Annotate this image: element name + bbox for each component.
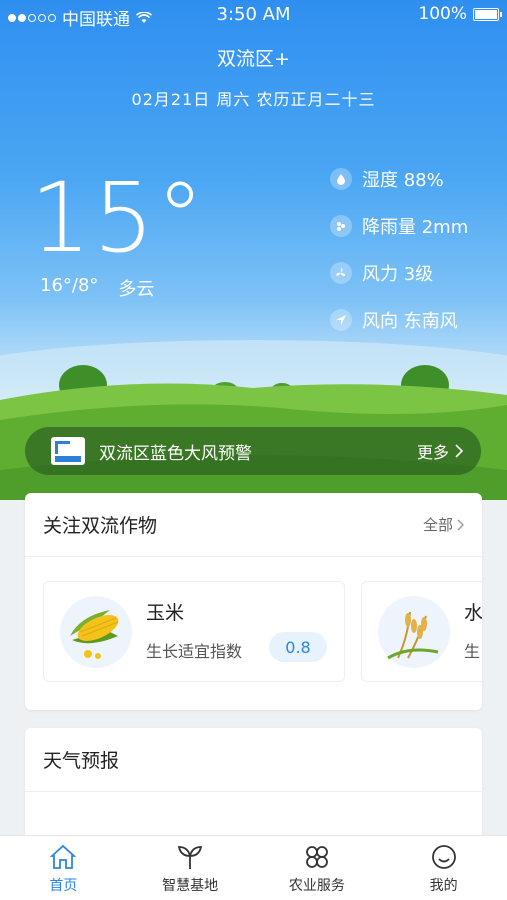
- metric-humidity: 湿度 88%: [330, 155, 468, 202]
- sprout-icon: [178, 845, 203, 869]
- rain-icon: [330, 214, 352, 237]
- clover-icon: [305, 845, 328, 868]
- weather-metrics: 湿度 88% 降雨量 2mm 风力 3级 风向 东南风: [330, 155, 468, 343]
- battery-status: 100%: [418, 4, 502, 24]
- crops-view-all-link[interactable]: 全部: [423, 514, 464, 535]
- crops-carousel[interactable]: 玉米 生长适宜指数 0.8 水 生: [25, 557, 482, 707]
- date-line: 02月21日 周六 农历正月二十三: [131, 90, 376, 109]
- tab-home[interactable]: 首页: [0, 836, 127, 900]
- home-icon: [50, 844, 77, 869]
- battery-icon: [473, 7, 502, 21]
- crop-card-corn[interactable]: 玉米 生长适宜指数 0.8: [43, 581, 345, 682]
- alert-text: 双流区蓝色大风预警: [99, 443, 252, 464]
- weather-hero: 中国联通 3:50 AM 100% 双流区+ 02月21日 周六 农历正月二十三…: [0, 0, 507, 500]
- crop-name: 玉米: [146, 602, 185, 624]
- crop-index-label: 生: [464, 642, 481, 661]
- wind-warning-icon: [51, 437, 85, 465]
- status-bar: 中国联通 3:50 AM 100%: [0, 0, 507, 30]
- tab-agri-service[interactable]: 农业服务: [254, 836, 381, 900]
- wind-direction-icon: [330, 308, 352, 331]
- crops-card-header: 关注双流作物 全部: [25, 493, 482, 557]
- tab-profile[interactable]: 我的: [380, 836, 507, 900]
- alert-more-link[interactable]: 更多: [417, 439, 463, 463]
- wind-icon: [330, 261, 352, 284]
- crop-index-value: 0.8: [269, 632, 327, 662]
- chevron-right-icon: [455, 444, 463, 458]
- forecast-card-title: 天气预报: [43, 750, 120, 772]
- rice-image: [378, 596, 450, 668]
- temperature-range: 16°/8°: [40, 275, 99, 296]
- humidity-icon: [330, 167, 352, 190]
- chevron-right-icon: [457, 519, 464, 530]
- tab-smart-base[interactable]: 智慧基地: [127, 836, 254, 900]
- metric-wind-force: 风力 3级: [330, 249, 468, 296]
- temperature-summary: 16°/8° 多云: [40, 275, 154, 301]
- metric-wind-direction: 风向 东南风: [330, 296, 468, 343]
- battery-percent: 100%: [418, 4, 467, 24]
- weather-condition: 多云: [118, 279, 155, 300]
- current-temperature: 15°: [30, 162, 207, 274]
- weather-alert-banner[interactable]: 双流区蓝色大风预警 更多: [25, 427, 481, 475]
- crop-name: 水: [464, 602, 482, 624]
- crop-index-label: 生长适宜指数: [146, 642, 243, 661]
- bottom-tab-bar: 首页 智慧基地 农业服务 我的: [0, 835, 507, 900]
- crop-card-rice[interactable]: 水 生: [361, 581, 482, 682]
- location-selector[interactable]: 双流区+: [0, 44, 507, 71]
- crops-card-title: 关注双流作物: [43, 515, 158, 537]
- smile-icon: [431, 844, 456, 869]
- metric-rainfall: 降雨量 2mm: [330, 202, 468, 249]
- crops-card: 关注双流作物 全部 玉米 生长适宜指数 0.8 水 生: [25, 493, 482, 710]
- forecast-card-header: 天气预报: [25, 728, 482, 792]
- corn-image: [60, 596, 132, 668]
